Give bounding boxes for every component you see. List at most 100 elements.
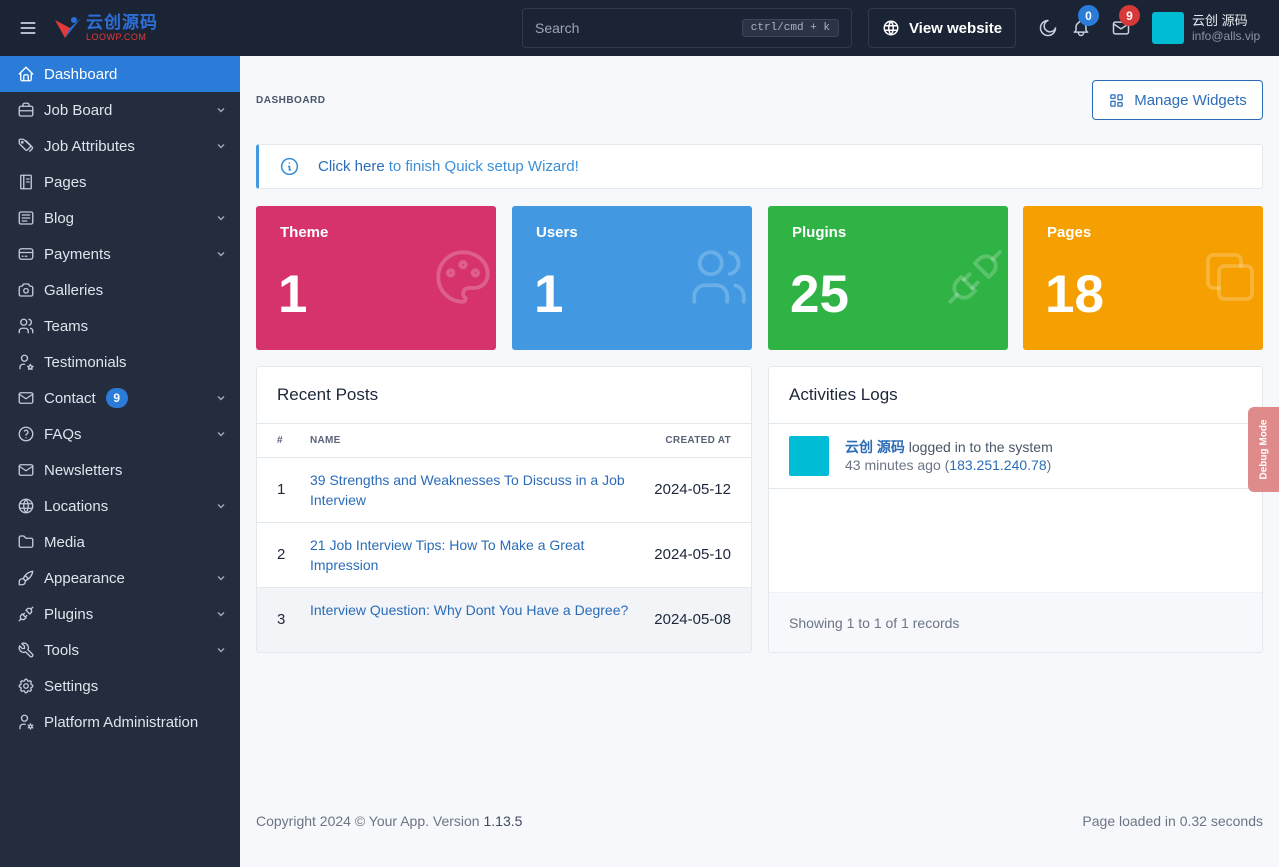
settings-icon — [18, 678, 34, 694]
sidebar-item-dashboard[interactable]: Dashboard — [0, 56, 240, 92]
sidebar-item-media[interactable]: Media — [0, 524, 240, 560]
theme-toggle-moon-icon[interactable] — [1038, 18, 1058, 38]
search-shortcut-hint: ctrl/cmd + k — [741, 19, 839, 37]
sidebar-item-plugins[interactable]: Plugins — [0, 596, 240, 632]
sidebar-item-label: Plugins — [44, 605, 94, 623]
sidebar-item-settings[interactable]: Settings — [0, 668, 240, 704]
top-navbar: 云创源码 LOOWP.COM ctrl/cmd + k View website… — [0, 0, 1279, 56]
sidebar-item-testimonials[interactable]: Testimonials — [0, 344, 240, 380]
sidebar-item-contact[interactable]: Contact 9 — [0, 380, 240, 416]
column-header-name[interactable]: NAME — [310, 435, 341, 446]
stat-card-plugins[interactable]: Plugins 25 — [768, 206, 1008, 350]
sidebar-item-blog[interactable]: Blog — [0, 200, 240, 236]
notifications-count-badge: 0 — [1078, 5, 1099, 26]
view-website-label: View website — [908, 19, 1003, 37]
sidebar-item-label: Media — [44, 533, 85, 551]
stat-label: Theme — [280, 224, 329, 241]
stat-value: 25 — [790, 265, 849, 324]
article-icon — [18, 211, 34, 225]
sidebar-item-label: Job Board — [44, 101, 113, 119]
sidebar-item-newsletters[interactable]: Newsletters — [0, 452, 240, 488]
copyright-text: Copyright 2024 © Your App. Version — [256, 813, 480, 829]
debug-mode-tab[interactable]: Debug Mode — [1248, 407, 1279, 492]
sidebar-item-label: Testimonials — [44, 353, 127, 371]
tool-icon — [18, 642, 34, 658]
book-icon — [20, 174, 32, 190]
chevron-down-icon — [217, 431, 225, 437]
chevron-down-icon — [217, 395, 225, 401]
stat-card-theme[interactable]: Theme 1 — [256, 206, 496, 350]
logo-mark-icon — [55, 17, 81, 38]
sidebar-item-label: Appearance — [44, 569, 125, 587]
sidebar: Dashboard Job Board Job Attributes Pages… — [0, 56, 240, 867]
sidebar-item-pages[interactable]: Pages — [0, 164, 240, 200]
table-row: 3 Interview Question: Why Dont You Have … — [257, 588, 751, 652]
brush-icon — [18, 570, 34, 586]
stat-card-pages[interactable]: Pages 18 — [1023, 206, 1263, 350]
messages-count-badge: 9 — [1119, 5, 1140, 26]
sidebar-item-job-board[interactable]: Job Board — [0, 92, 240, 128]
setup-wizard-link[interactable]: Click here — [318, 158, 385, 175]
avatar — [789, 436, 829, 476]
activity-user-link[interactable]: 云创 源码 — [845, 439, 905, 455]
footer-copyright: Copyright 2024 © Your App. Version 1.13.… — [256, 813, 522, 829]
sidebar-item-label: Teams — [44, 317, 89, 335]
sidebar-item-label: Platform Administration — [44, 713, 199, 731]
sidebar-item-job-attributes[interactable]: Job Attributes — [0, 128, 240, 164]
stat-label: Pages — [1047, 224, 1092, 241]
chevron-down-icon — [217, 503, 225, 509]
briefcase-icon — [18, 102, 34, 117]
avatar — [1152, 12, 1184, 44]
stat-card-users[interactable]: Users 1 — [512, 206, 752, 350]
setup-wizard-text: to finish Quick setup Wizard! — [388, 158, 579, 175]
chevron-down-icon — [217, 647, 225, 653]
mail-icon — [18, 392, 34, 404]
breadcrumb: DASHBOARD — [256, 95, 326, 106]
sidebar-item-tools[interactable]: Tools — [0, 632, 240, 668]
stat-value: 1 — [534, 265, 564, 324]
table-row: 1 39 Strengths and Weaknesses To Discuss… — [257, 458, 751, 523]
post-title-link[interactable]: 21 Job Interview Tips: How To Make a Gre… — [310, 535, 630, 575]
sidebar-item-appearance[interactable]: Appearance — [0, 560, 240, 596]
chevron-down-icon — [217, 215, 225, 221]
search-box[interactable]: ctrl/cmd + k — [522, 8, 852, 48]
folder-icon — [18, 535, 34, 548]
menu-toggle-icon[interactable] — [18, 18, 38, 38]
post-title-link[interactable]: 39 Strengths and Weaknesses To Discuss i… — [310, 470, 630, 510]
stat-label: Users — [536, 224, 578, 241]
list-item: 云创 源码 logged in to the system 43 minutes… — [769, 424, 1262, 489]
debug-mode-label: Debug Mode — [1258, 419, 1269, 480]
sidebar-item-label: Settings — [44, 677, 99, 695]
user-star-icon — [19, 354, 34, 371]
activity-ip-link[interactable]: 183.251.240.78 — [949, 457, 1046, 473]
stat-value: 1 — [278, 265, 308, 324]
sidebar-item-faqs[interactable]: FAQs — [0, 416, 240, 452]
copy-icon — [1206, 253, 1254, 301]
manage-widgets-label: Manage Widgets — [1134, 91, 1247, 109]
tags-icon — [18, 138, 34, 152]
search-input[interactable] — [535, 20, 742, 36]
plug-icon — [18, 606, 34, 622]
sidebar-item-payments[interactable]: Payments — [0, 236, 240, 272]
card-title: Activities Logs — [769, 367, 1262, 424]
manage-widgets-button[interactable]: Manage Widgets — [1092, 80, 1263, 120]
post-title-link[interactable]: Interview Question: Why Dont You Have a … — [310, 600, 630, 620]
row-number: 2 — [277, 546, 286, 563]
layout-grid-icon — [1110, 93, 1124, 107]
sidebar-item-locations[interactable]: Locations — [0, 488, 240, 524]
activities-logs-card: Activities Logs 云创 源码 logged in to the s… — [768, 366, 1263, 653]
user-menu[interactable]: 云创 源码 info@alls.vip — [1152, 12, 1260, 44]
activity-action: logged in to the system — [908, 439, 1053, 455]
view-website-button[interactable]: View website — [868, 8, 1016, 48]
sidebar-item-label: Payments — [44, 245, 111, 263]
users-icon — [692, 250, 746, 304]
sidebar-item-galleries[interactable]: Galleries — [0, 272, 240, 308]
sidebar-item-platform-administration[interactable]: Platform Administration — [0, 704, 240, 740]
users-icon — [18, 318, 34, 334]
brand-logo[interactable]: 云创源码 LOOWP.COM — [52, 10, 162, 46]
sidebar-item-teams[interactable]: Teams — [0, 308, 240, 344]
records-summary: Showing 1 to 1 of 1 records — [769, 592, 1262, 652]
sidebar-item-label: Tools — [44, 641, 80, 659]
mail-icon — [18, 464, 34, 476]
column-header-created-at[interactable]: CREATED AT — [665, 435, 731, 446]
